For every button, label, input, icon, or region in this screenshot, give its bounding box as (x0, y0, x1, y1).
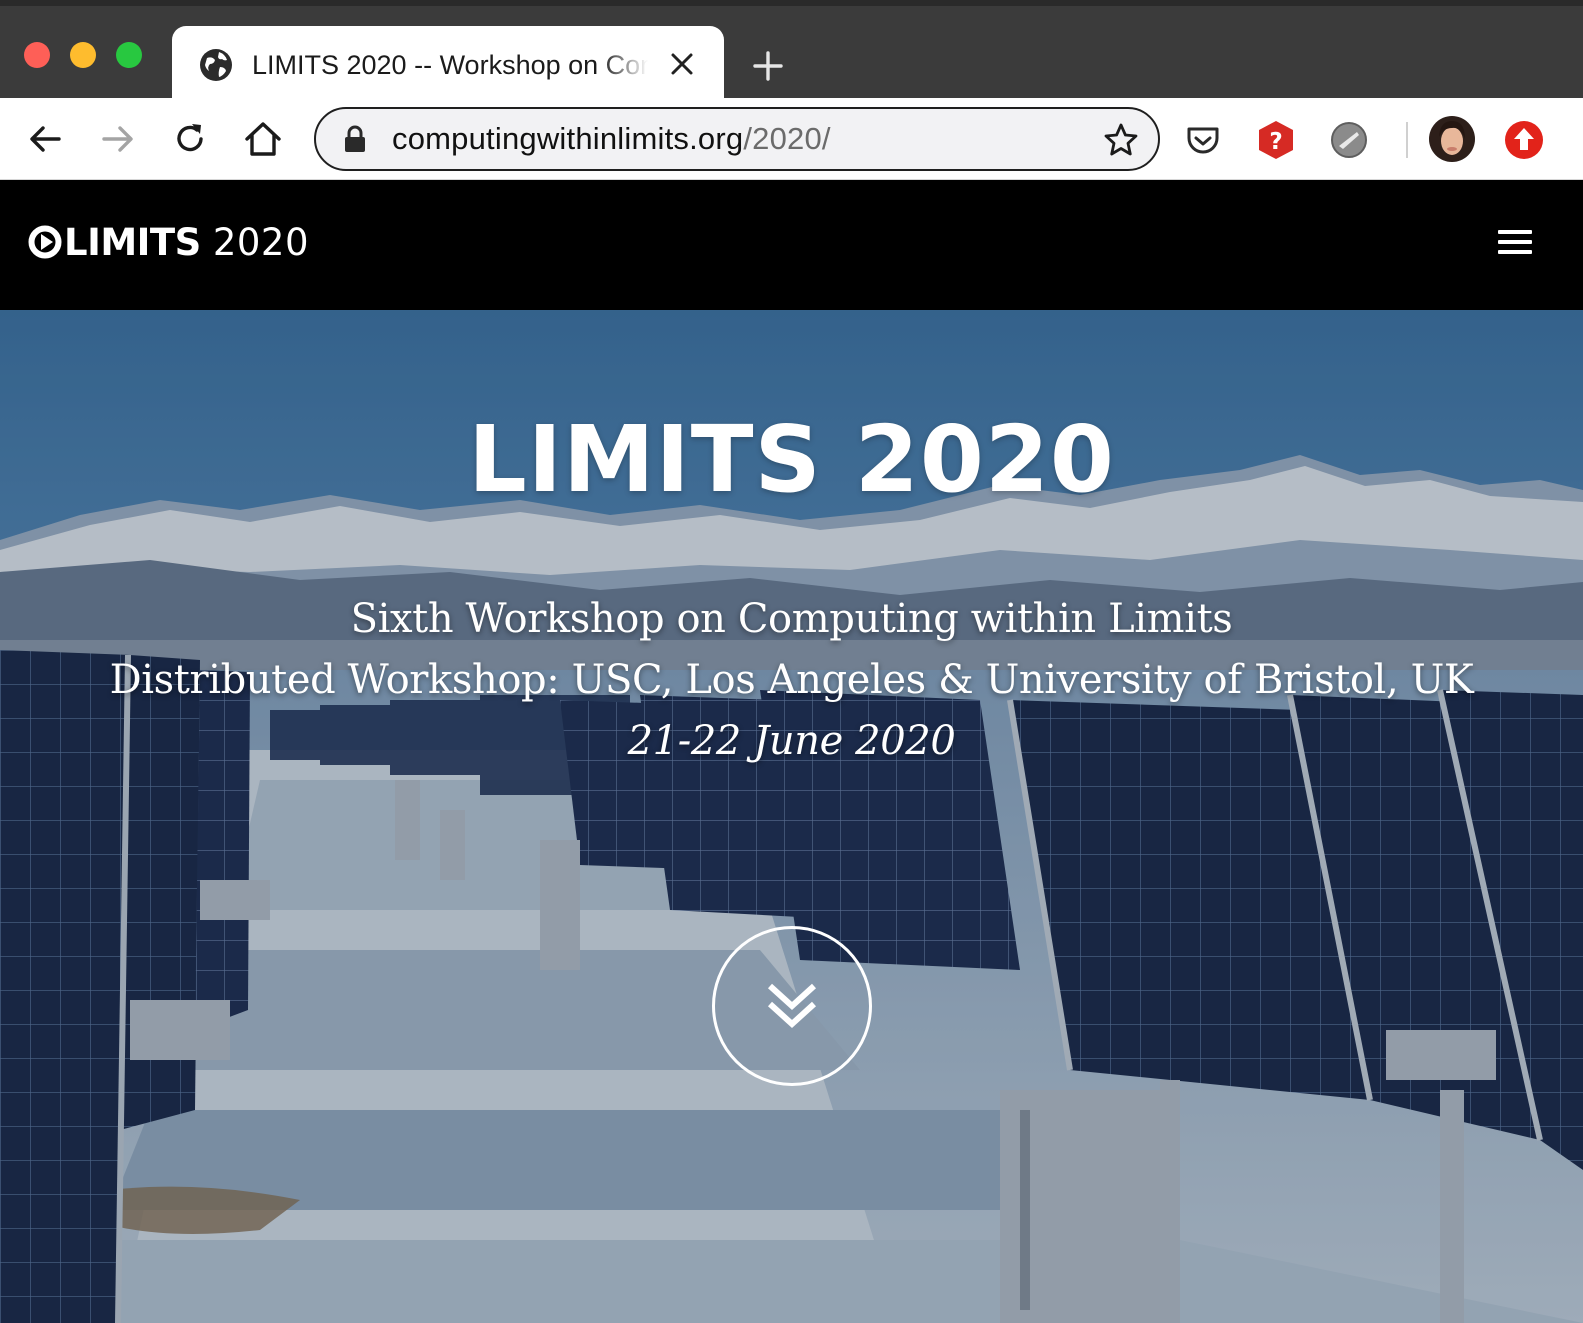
url-path: /2020/ (743, 121, 831, 156)
double-chevron-down-icon (767, 983, 817, 1029)
site-brand-link[interactable]: LIMITS 2020 (28, 216, 309, 268)
svg-text:?: ? (1269, 129, 1282, 155)
hero-title: LIMITS 2020 (468, 406, 1115, 513)
lock-icon (345, 125, 365, 152)
play-circle-logo-icon (28, 225, 62, 259)
bookmark-star-icon[interactable] (1102, 121, 1140, 159)
hero-dates: 21-22 June 2020 (627, 718, 956, 764)
hamburger-menu-icon[interactable] (1498, 230, 1532, 260)
new-tab-icon[interactable] (746, 44, 790, 88)
address-bar[interactable]: computingwithinlimits.org/2020/ (314, 107, 1160, 171)
zoom-window-button[interactable] (116, 42, 142, 68)
gray-extension-icon[interactable] (1328, 119, 1370, 161)
url-host: computingwithinlimits.org (392, 121, 744, 156)
forward-icon[interactable] (93, 114, 143, 164)
home-icon[interactable] (238, 114, 288, 164)
globe-icon (200, 49, 232, 81)
scroll-down-button[interactable] (712, 926, 872, 1086)
hero-subtitle: Sixth Workshop on Computing within Limit… (350, 596, 1233, 642)
tab-title: LIMITS 2020 -- Workshop on Computing wit… (252, 49, 648, 80)
browser-tab-active[interactable]: LIMITS 2020 -- Workshop on Computing wit… (172, 26, 724, 104)
site-navbar: LIMITS 2020 (0, 180, 1583, 310)
tab-close-icon[interactable] (666, 48, 698, 80)
pocket-icon[interactable] (1182, 119, 1224, 161)
toolbar-separator (1406, 122, 1408, 158)
help-extension-icon[interactable]: ? (1255, 119, 1297, 161)
back-icon[interactable] (20, 114, 70, 164)
hero-content: LIMITS 2020 Sixth Workshop on Computing … (0, 310, 1583, 1323)
browser-toolbar: computingwithinlimits.org/2020/ ? (0, 98, 1583, 180)
reload-icon[interactable] (165, 114, 215, 164)
brand-year: 2020 (212, 220, 309, 264)
profile-avatar[interactable] (1428, 115, 1476, 163)
minimize-window-button[interactable] (70, 42, 96, 68)
url-text: computingwithinlimits.org/2020/ (392, 121, 831, 157)
hero-section: LIMITS 2020 Sixth Workshop on Computing … (0, 310, 1583, 1323)
brand-name: LIMITS (64, 220, 201, 264)
update-icon[interactable] (1503, 119, 1545, 161)
hero-location: Distributed Workshop: USC, Los Angeles &… (109, 657, 1474, 703)
browser-titlebar: LIMITS 2020 -- Workshop on Computing wit… (0, 0, 1583, 104)
close-window-button[interactable] (24, 42, 50, 68)
